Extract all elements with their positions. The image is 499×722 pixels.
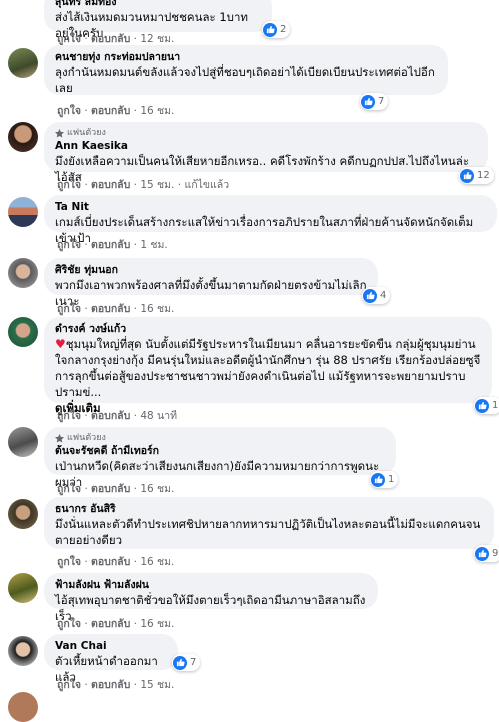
comment-author[interactable]: Van Chai (55, 639, 167, 653)
avatar[interactable] (8, 122, 38, 152)
heart-emoji-icon: ♥ (55, 337, 66, 351)
comment-time[interactable]: 1 ชม. (140, 239, 167, 251)
comment-actions: ถูกใจ · ตอบกลับ · 1 ชม. (57, 239, 168, 251)
comment-author[interactable]: ศิริชัย ทุ่มนอก (55, 263, 367, 277)
comment-bubble: ดำรงค์ วงษ์แก้ว ♥ชุมนุมใหญ่ที่สุด นับตั้… (44, 317, 492, 415)
comment-time[interactable]: 12 ชม. (140, 33, 174, 45)
reaction-count[interactable]: 12 (459, 167, 494, 184)
reply-button[interactable]: ตอบกลับ (91, 556, 130, 568)
reaction-count[interactable]: 1 (474, 397, 499, 414)
comment-bubble: สุนทร สมทอง ส่งไส้เงินหมดมวนหมาปชชคนละ 1… (44, 0, 272, 40)
reply-button[interactable]: ตอบกลับ (91, 679, 130, 691)
edited-label: แก้ไขแล้ว (184, 179, 230, 191)
comment-author[interactable]: ฟ้ามลังฝน ฟ้ามลังฝน (55, 578, 367, 592)
comment-author[interactable]: ดำรงค์ วงษ์แก้ว (55, 322, 481, 336)
like-button[interactable]: ถูกใจ (57, 303, 81, 315)
comment-time[interactable]: 16 ชม. (140, 303, 174, 315)
comment-actions: ถูกใจ · ตอบกลับ · 48 นาที (57, 410, 178, 422)
fan-badge-icon (55, 433, 64, 443)
reaction-count[interactable]: 7 (360, 93, 389, 110)
comment-bubble: คนชายทุ่ง กระท่อมปลายนา ลุงกำนันหมดมนต์ข… (44, 45, 448, 95)
comment-author[interactable]: สุนทร สมทอง (55, 0, 261, 9)
comment-bubble: Ta Nit เกมส์เบี่ยงประเด็นสร้างกระแสให้ข่… (44, 195, 497, 245)
reaction-count[interactable]: 1 (370, 471, 399, 488)
comment-actions: ถูกใจ · ตอบกลับ · 16 ชม. (57, 303, 175, 315)
comment-bubble: Van Chai ตัวเหี้ยหน้าดำออกมาแล้ว (44, 634, 178, 684)
reply-button[interactable]: ตอบกลับ (91, 33, 130, 45)
comment-time[interactable]: 16 ชม. (140, 105, 174, 117)
reply-button[interactable]: ตอบกลับ (91, 105, 130, 117)
avatar[interactable] (8, 258, 38, 288)
avatar[interactable] (8, 427, 38, 457)
comment-time[interactable]: 16 ชม. (140, 618, 174, 630)
avatar[interactable] (8, 197, 38, 227)
like-reaction-icon (475, 546, 489, 561)
comment-author[interactable]: ธนากร อันสิริ (55, 502, 483, 516)
reaction-count[interactable]: 4 (362, 287, 391, 304)
like-reaction-icon (361, 94, 375, 109)
comment-actions: ถูกใจ · ตอบกลับ · 16 ชม. (57, 105, 175, 117)
like-button[interactable]: ถูกใจ (57, 410, 81, 422)
reaction-count[interactable]: 2 (262, 21, 291, 38)
comment-text: มึงนั่นแหละตัวดีทำประเทศชิปหายลากทหารมาป… (55, 517, 481, 547)
comment-time[interactable]: 15 ชม. (140, 179, 174, 191)
like-reaction-icon (173, 655, 187, 670)
comment-actions: ถูกใจ · ตอบกลับ · 16 ชม. (57, 556, 175, 568)
avatar[interactable] (8, 573, 38, 603)
like-button[interactable]: ถูกใจ (57, 179, 81, 191)
like-button[interactable]: ถูกใจ (57, 105, 81, 117)
like-button[interactable]: ถูกใจ (57, 679, 81, 691)
reply-button[interactable]: ตอบกลับ (91, 410, 130, 422)
like-button[interactable]: ถูกใจ (57, 239, 81, 251)
comment-author[interactable]: ต้นจะรัชคดี ถ้ามีเทอร์ก (55, 444, 385, 458)
top-fan-badge: แฟนตัวยง (55, 127, 477, 139)
like-reaction-icon (263, 22, 277, 37)
reply-button[interactable]: ตอบกลับ (91, 303, 130, 315)
comment-text: ลุงกำนันหมดมนต์ขลังแล้วจงไปสู่ที่ชอบๆเถิ… (55, 65, 435, 95)
comment-author[interactable]: Ta Nit (55, 200, 486, 214)
like-button[interactable]: ถูกใจ (57, 556, 81, 568)
comment-actions: ถูกใจ · ตอบกลับ · 15 ชม. · แก้ไขแล้ว (57, 179, 230, 191)
comment-text: ♥ชุมนุมใหญ่ที่สุด นับตั้งแต่มีรัฐประหารใ… (55, 337, 481, 399)
reply-button[interactable]: ตอบกลับ (91, 618, 130, 630)
comment-author[interactable]: Ann Kaesika (55, 139, 477, 153)
like-reaction-icon (371, 472, 385, 487)
comment-bubble: ศิริชัย ทุ่มนอก พวกมึงเอาพวกพร้องศาลที่ม… (44, 258, 378, 308)
like-button[interactable]: ถูกใจ (57, 618, 81, 630)
comment-bubble: ธนากร อันสิริ มึงนั่นแหละตัวดีทำประเทศชิ… (44, 497, 494, 549)
avatar[interactable] (8, 636, 38, 666)
comment-author[interactable]: คนชายทุ่ง กระท่อมปลายนา (55, 50, 437, 64)
like-button[interactable]: ถูกใจ (57, 483, 81, 495)
comment-actions: ถูกใจ · ตอบกลับ · 15 ชม. (57, 679, 175, 691)
comment-time[interactable]: 48 นาที (140, 410, 177, 422)
comment-bubble: ฟ้ามลังฝน ฟ้ามลังฝน ไอ้สุเทพอุบาตชาติชั่… (44, 573, 378, 623)
comment-time[interactable]: 16 ชม. (140, 483, 174, 495)
top-fan-badge: แฟนตัวยง (55, 432, 385, 444)
avatar[interactable] (8, 48, 38, 78)
reaction-count[interactable]: 9 (474, 545, 499, 562)
avatar[interactable] (8, 317, 38, 347)
like-reaction-icon (460, 168, 474, 183)
fan-badge-icon (55, 128, 64, 138)
like-button[interactable]: ถูกใจ (57, 33, 81, 45)
reply-button[interactable]: ตอบกลับ (91, 483, 130, 495)
reply-button[interactable]: ตอบกลับ (91, 239, 130, 251)
comment-actions: ถูกใจ · ตอบกลับ · 16 ชม. (57, 483, 175, 495)
reply-button[interactable]: ตอบกลับ (91, 179, 130, 191)
reaction-count[interactable]: 7 (172, 654, 201, 671)
comment-time[interactable]: 15 ชม. (140, 679, 174, 691)
comment-time[interactable]: 16 ชม. (140, 556, 174, 568)
like-reaction-icon (363, 288, 377, 303)
comment-actions: ถูกใจ · ตอบกลับ · 16 ชม. (57, 618, 175, 630)
comment-bubble: แฟนตัวยง ต้นจะรัชคดี ถ้ามีเทอร์ก เป่านกห… (44, 427, 396, 489)
avatar[interactable] (8, 499, 38, 529)
like-reaction-icon (475, 398, 489, 413)
comment-bubble: แฟนตัวยง Ann Kaesika มึงยังเหลือความเป็น… (44, 122, 488, 184)
